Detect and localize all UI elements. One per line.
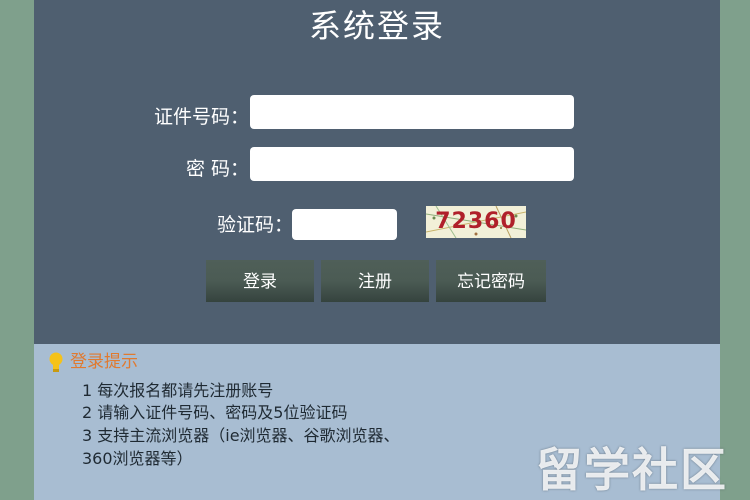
id-number-label: 证件号码：: [153, 106, 249, 128]
watermark: 留学社区: [536, 443, 728, 497]
password-input[interactable]: [250, 147, 574, 181]
captcha-input[interactable]: [292, 209, 397, 240]
captcha-label: 验证码：: [216, 214, 293, 236]
tip-line: 3 支持主流浏览器（ie浏览器、谷歌浏览器、: [82, 426, 400, 445]
lightbulb-icon: [48, 352, 64, 381]
id-number-input[interactable]: [250, 95, 574, 129]
tips-title: 登录提示: [70, 352, 138, 372]
login-panel: 系统登录 证件号码： 密 码： 验证码： 72360 登录 注册 忘记密码 登录…: [34, 0, 720, 500]
login-button[interactable]: 登录: [206, 260, 314, 302]
register-button[interactable]: 注册: [321, 260, 429, 302]
forgot-password-button[interactable]: 忘记密码: [436, 260, 546, 302]
captcha-image[interactable]: 72360: [426, 206, 526, 238]
tip-line: 2 请输入证件号码、密码及5位验证码: [82, 403, 348, 422]
tip-line: 1 每次报名都请先注册账号: [82, 381, 274, 400]
password-label: 密 码：: [185, 158, 249, 180]
page-title: 系统登录: [308, 7, 445, 45]
tip-line: 360浏览器等）: [82, 449, 193, 468]
captcha-code: 72360: [435, 209, 517, 234]
